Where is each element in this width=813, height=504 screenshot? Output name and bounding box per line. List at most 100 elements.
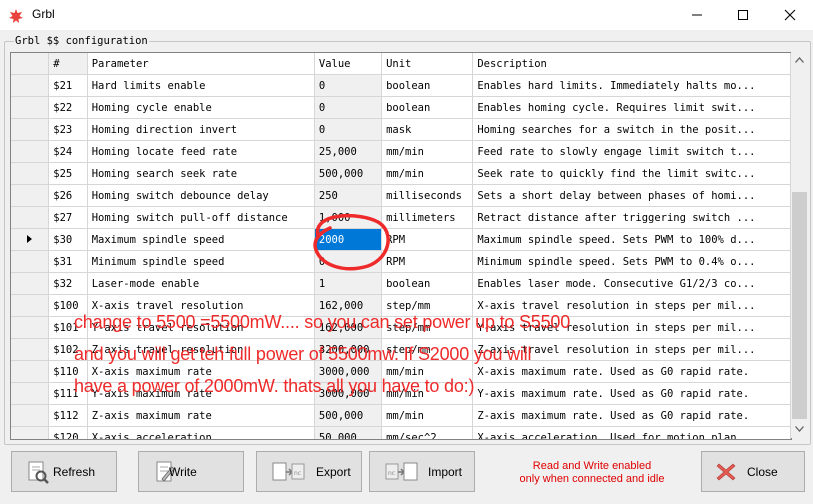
cell-parameter[interactable]: Minimum spindle speed [87, 250, 315, 273]
cell-parameter[interactable]: Hard limits enable [87, 74, 315, 97]
cell-value[interactable]: 25,000 [314, 140, 383, 163]
scroll-thumb[interactable] [792, 192, 807, 419]
vertical-scrollbar[interactable] [791, 52, 808, 438]
cell-value[interactable]: 1,000 [314, 206, 383, 229]
cell-unit[interactable]: mm/min [381, 162, 474, 185]
cell-value[interactable]: 0 [314, 74, 383, 97]
cell-number[interactable]: $26 [48, 184, 88, 207]
cell-value[interactable]: 0 [314, 96, 383, 119]
export-button[interactable]: nc Export [256, 451, 362, 492]
cell-unit[interactable]: boolean [381, 74, 474, 97]
cell-parameter[interactable]: Maximum spindle speed [87, 228, 315, 251]
cell-parameter[interactable]: Homing cycle enable [87, 96, 315, 119]
cell-description[interactable]: Homing searches for a switch in the posi… [472, 118, 791, 141]
row-header[interactable] [11, 162, 50, 185]
scroll-up-button[interactable] [791, 52, 808, 69]
table-row[interactable]: $27 Homing switch pull-off distance 1,000 m… [11, 206, 791, 229]
table-row[interactable]: $22 Homing cycle enable 0 boolean Enables ho… [11, 96, 791, 119]
row-header[interactable] [11, 206, 50, 229]
column-header-description[interactable]: Description [472, 53, 791, 75]
cell-number[interactable]: $21 [48, 74, 88, 97]
cell-number[interactable]: $22 [48, 96, 88, 119]
cell-description[interactable]: Enables hard limits. Immediately halts m… [472, 74, 791, 97]
cell-description[interactable]: Minimum spindle speed. Sets PWM to 0.4% … [472, 250, 791, 273]
table-row[interactable]: $120 X-axis acceleration 50,000 mm/sec^2 X-a… [11, 426, 791, 439]
row-header[interactable] [11, 404, 50, 427]
cell-value[interactable]: 1 [314, 272, 383, 295]
cell-description[interactable]: Z-axis maximum rate. Used as G0 rapid ra… [472, 404, 791, 427]
column-header-parameter[interactable]: Parameter [87, 53, 315, 75]
cell-description[interactable]: Maximum spindle speed. Sets PWM to 100% … [472, 228, 791, 251]
cell-description[interactable]: Enables homing cycle. Requires limit swi… [472, 96, 791, 119]
column-header-number[interactable]: # [48, 53, 88, 75]
table-row[interactable]: $30 Maximum spindle speed 2000 RPM Maximum s… [11, 228, 791, 251]
cell-description[interactable]: Sets a short delay between phases of hom… [472, 184, 791, 207]
row-header[interactable] [11, 426, 50, 439]
cell-unit[interactable]: mm/sec^2 [381, 426, 474, 439]
scroll-down-button[interactable] [791, 421, 808, 438]
row-header[interactable] [11, 96, 50, 119]
cell-unit[interactable]: boolean [381, 96, 474, 119]
column-header-unit[interactable]: Unit [381, 53, 474, 75]
cell-description[interactable]: Seek rate to quickly find the limit swit… [472, 162, 791, 185]
cell-number[interactable]: $27 [48, 206, 88, 229]
table-row[interactable]: $25 Homing search seek rate 500,000 mm/min S… [11, 162, 791, 185]
cell-parameter[interactable]: Homing direction invert [87, 118, 315, 141]
cell-parameter[interactable]: Homing switch debounce delay [87, 184, 315, 207]
row-header[interactable] [11, 360, 50, 383]
cell-number[interactable]: $23 [48, 118, 88, 141]
row-header[interactable] [11, 250, 50, 273]
row-header[interactable] [11, 382, 50, 405]
close-button[interactable]: Close [701, 451, 805, 492]
cell-number[interactable]: $25 [48, 162, 88, 185]
refresh-button[interactable]: Refresh [11, 451, 117, 492]
cell-number[interactable]: $120 [48, 426, 88, 439]
cell-unit[interactable]: boolean [381, 272, 474, 295]
cell-value[interactable]: 2000 [314, 228, 383, 251]
row-header[interactable] [11, 118, 50, 141]
cell-description[interactable]: Y-axis maximum rate. Used as G0 rapid ra… [472, 382, 791, 405]
row-header[interactable] [11, 228, 50, 251]
cell-unit[interactable]: milliseconds [381, 184, 474, 207]
cell-unit[interactable]: mm/min [381, 404, 474, 427]
column-header-value[interactable]: Value [314, 53, 383, 75]
table-row[interactable]: $24 Homing locate feed rate 25,000 mm/min Fe… [11, 140, 791, 163]
cell-unit[interactable]: RPM [381, 228, 474, 251]
cell-parameter[interactable]: Z-axis maximum rate [87, 404, 315, 427]
cell-parameter[interactable]: Laser-mode enable [87, 272, 315, 295]
cell-description[interactable]: Retract distance after triggering switch… [472, 206, 791, 229]
cell-number[interactable]: $24 [48, 140, 88, 163]
cell-value[interactable]: 50,000 [314, 426, 383, 439]
cell-unit[interactable]: mask [381, 118, 474, 141]
row-header[interactable] [11, 140, 50, 163]
cell-parameter[interactable]: Homing search seek rate [87, 162, 315, 185]
cell-number[interactable]: $32 [48, 272, 88, 295]
cell-description[interactable]: Feed rate to slowly engage limit switch … [472, 140, 791, 163]
row-header[interactable] [11, 184, 50, 207]
row-header[interactable] [11, 294, 50, 317]
row-header[interactable] [11, 74, 50, 97]
minimize-button[interactable] [674, 0, 720, 30]
cell-value[interactable]: 0 [314, 250, 383, 273]
row-header[interactable] [11, 316, 50, 339]
cell-value[interactable]: 250 [314, 184, 383, 207]
cell-parameter[interactable]: X-axis acceleration [87, 426, 315, 439]
cell-number[interactable]: $30 [48, 228, 88, 251]
row-header[interactable] [11, 272, 50, 295]
cell-value[interactable]: 500,000 [314, 162, 383, 185]
cell-description[interactable]: Enables laser mode. Consecutive G1/2/3 c… [472, 272, 791, 295]
maximize-button[interactable] [720, 0, 766, 30]
row-header[interactable] [11, 338, 50, 361]
cell-value[interactable]: 0 [314, 118, 383, 141]
table-row[interactable]: $112 Z-axis maximum rate 500,000 mm/min Z-ax… [11, 404, 791, 427]
cell-description[interactable]: X-axis acceleration. Used for motion pla… [472, 426, 791, 439]
import-button[interactable]: nc Import [369, 451, 475, 492]
cell-unit[interactable]: millimeters [381, 206, 474, 229]
table-row[interactable]: $32 Laser-mode enable 1 boolean Enables lase… [11, 272, 791, 295]
cell-value[interactable]: 500,000 [314, 404, 383, 427]
table-row[interactable]: $31 Minimum spindle speed 0 RPM Minimum spin… [11, 250, 791, 273]
write-button[interactable]: Write [138, 451, 244, 492]
table-row[interactable]: $21 Hard limits enable 0 boolean Enables har… [11, 74, 791, 97]
cell-parameter[interactable]: Homing locate feed rate [87, 140, 315, 163]
cell-unit[interactable]: RPM [381, 250, 474, 273]
